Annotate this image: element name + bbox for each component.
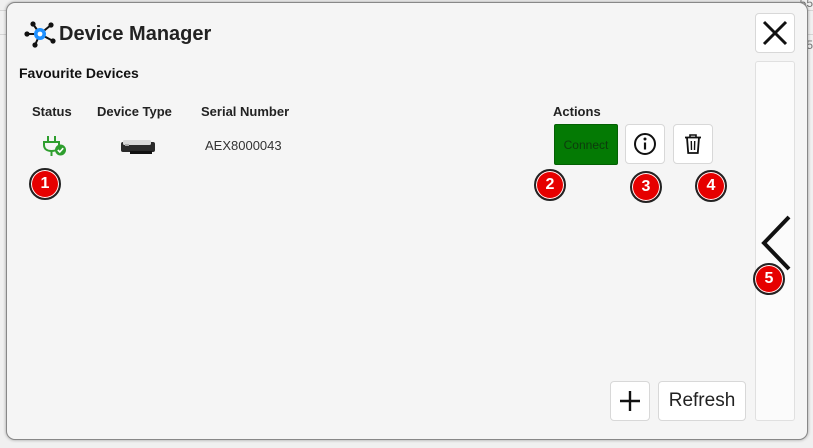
info-icon — [634, 133, 656, 155]
device-info-button[interactable] — [625, 124, 665, 164]
annotation-badge-3: 3 — [630, 171, 662, 203]
annotation-badge-2: 2 — [534, 169, 566, 201]
device-type-image — [121, 140, 155, 154]
plus-icon — [620, 391, 640, 411]
trash-icon — [685, 134, 701, 154]
add-device-button[interactable] — [610, 381, 650, 421]
delete-device-button[interactable] — [673, 124, 713, 164]
column-header-status: Status — [32, 104, 72, 119]
refresh-button[interactable]: Refresh — [658, 381, 746, 421]
column-header-serial-number: Serial Number — [201, 104, 290, 119]
device-manager-logo-icon — [24, 21, 56, 48]
close-icon — [762, 20, 788, 46]
close-button[interactable] — [755, 13, 795, 53]
dialog-header: Device Manager — [23, 19, 211, 49]
section-title: Favourite Devices — [19, 65, 139, 81]
plug-connected-icon — [43, 136, 66, 156]
annotation-badge-4: 4 — [695, 170, 727, 202]
annotation-badge-1: 1 — [29, 168, 61, 200]
dialog-title: Device Manager — [59, 22, 212, 45]
connect-button[interactable]: Connect — [554, 124, 618, 165]
device-manager-dialog: Device Manager Favourite Devices Status … — [6, 2, 808, 440]
column-header-device-type: Device Type — [97, 104, 172, 119]
annotation-badge-5: 5 — [753, 263, 785, 295]
column-header-actions: Actions — [553, 104, 601, 119]
serial-number-cell: AEX8000043 — [205, 138, 282, 153]
